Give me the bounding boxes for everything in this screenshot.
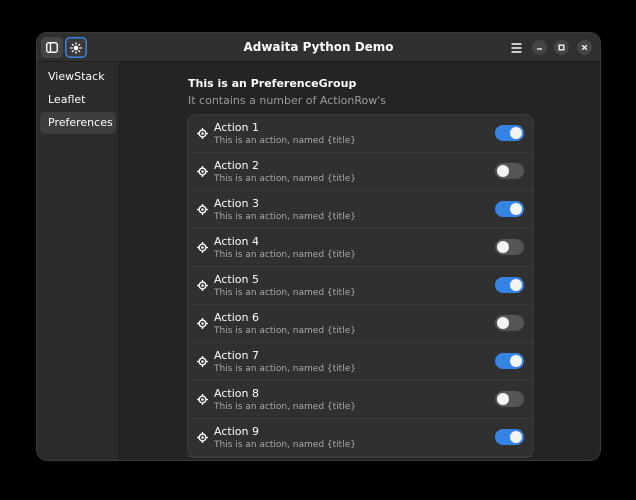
headerbar: Adwaita Python Demo xyxy=(37,33,600,62)
action-switch[interactable] xyxy=(495,163,524,179)
action-row-subtitle: This is an action, named {title} xyxy=(214,402,356,412)
action-row[interactable]: Action 6 This is an action, named {title} xyxy=(188,305,533,343)
group-title: This is an PreferenceGroup xyxy=(188,77,357,90)
target-icon xyxy=(197,166,208,177)
action-row-title: Action 9 xyxy=(214,425,259,438)
hamburger-menu-icon xyxy=(511,43,521,53)
action-row-subtitle: This is an action, named {title} xyxy=(214,364,356,374)
action-row[interactable]: Action 5 This is an action, named {title} xyxy=(188,267,533,305)
action-row-title: Action 6 xyxy=(214,311,259,324)
action-row-subtitle: This is an action, named {title} xyxy=(214,212,356,222)
sidebar-item-viewstack[interactable]: ViewStack xyxy=(40,66,116,88)
target-icon xyxy=(197,242,208,253)
group-description: It contains a number of ActionRow's xyxy=(188,94,386,107)
sidebar-item-leaflet[interactable]: Leaflet xyxy=(40,89,116,111)
action-row[interactable]: Action 7 This is an action, named {title} xyxy=(188,343,533,381)
action-row[interactable]: Action 1 This is an action, named {title} xyxy=(188,115,533,153)
minimize-icon xyxy=(537,48,542,50)
action-switch[interactable] xyxy=(495,277,524,293)
action-switch[interactable] xyxy=(495,315,524,331)
action-row-title: Action 4 xyxy=(214,235,259,248)
close-icon xyxy=(581,44,588,51)
switch-knob xyxy=(497,165,509,177)
action-row[interactable]: Action 4 This is an action, named {title} xyxy=(188,229,533,267)
action-row-title: Action 1 xyxy=(214,121,259,134)
action-switch[interactable] xyxy=(495,391,524,407)
action-row-title: Action 8 xyxy=(214,387,259,400)
target-icon xyxy=(197,318,208,329)
action-row-title: Action 5 xyxy=(214,273,259,286)
switch-knob xyxy=(497,241,509,253)
maximize-button[interactable] xyxy=(554,40,569,55)
target-icon xyxy=(197,394,208,405)
preferences-page: This is an PreferenceGroup It contains a… xyxy=(121,62,600,460)
switch-knob xyxy=(510,203,522,215)
target-icon xyxy=(197,432,208,443)
target-icon xyxy=(197,280,208,291)
action-row-title: Action 2 xyxy=(214,159,259,172)
action-row-list: Action 1 This is an action, named {title}… xyxy=(188,115,533,457)
maximize-icon xyxy=(558,44,565,51)
action-row[interactable]: Action 3 This is an action, named {title} xyxy=(188,191,533,229)
switch-knob xyxy=(497,317,509,329)
action-row-subtitle: This is an action, named {title} xyxy=(214,174,356,184)
action-row[interactable]: Action 2 This is an action, named {title} xyxy=(188,153,533,191)
close-button[interactable] xyxy=(577,40,592,55)
switch-knob xyxy=(510,127,522,139)
action-row-title: Action 3 xyxy=(214,197,259,210)
switch-knob xyxy=(510,355,522,367)
action-switch[interactable] xyxy=(495,353,524,369)
action-row-title: Action 7 xyxy=(214,349,259,362)
action-row-subtitle: This is an action, named {title} xyxy=(214,288,356,298)
target-icon xyxy=(197,356,208,367)
sidebar: ViewStack Leaflet Preferences xyxy=(37,62,120,460)
action-row-subtitle: This is an action, named {title} xyxy=(214,440,356,450)
main-menu-button[interactable] xyxy=(506,38,526,58)
action-row-subtitle: This is an action, named {title} xyxy=(214,136,356,146)
target-icon xyxy=(197,128,208,139)
action-row-subtitle: This is an action, named {title} xyxy=(214,326,356,336)
action-switch[interactable] xyxy=(495,201,524,217)
action-row-subtitle: This is an action, named {title} xyxy=(214,250,356,260)
target-icon xyxy=(197,204,208,215)
sidebar-item-preferences[interactable]: Preferences xyxy=(40,112,116,134)
switch-knob xyxy=(510,279,522,291)
action-switch[interactable] xyxy=(495,429,524,445)
switch-knob xyxy=(497,393,509,405)
action-row[interactable]: Action 8 This is an action, named {title} xyxy=(188,381,533,419)
minimize-button[interactable] xyxy=(532,40,547,55)
app-window: Adwaita Python Demo ViewStack Leaflet Pr… xyxy=(37,33,600,460)
switch-knob xyxy=(510,431,522,443)
action-row[interactable]: Action 9 This is an action, named {title} xyxy=(188,419,533,457)
action-switch[interactable] xyxy=(495,239,524,255)
action-switch[interactable] xyxy=(495,125,524,141)
